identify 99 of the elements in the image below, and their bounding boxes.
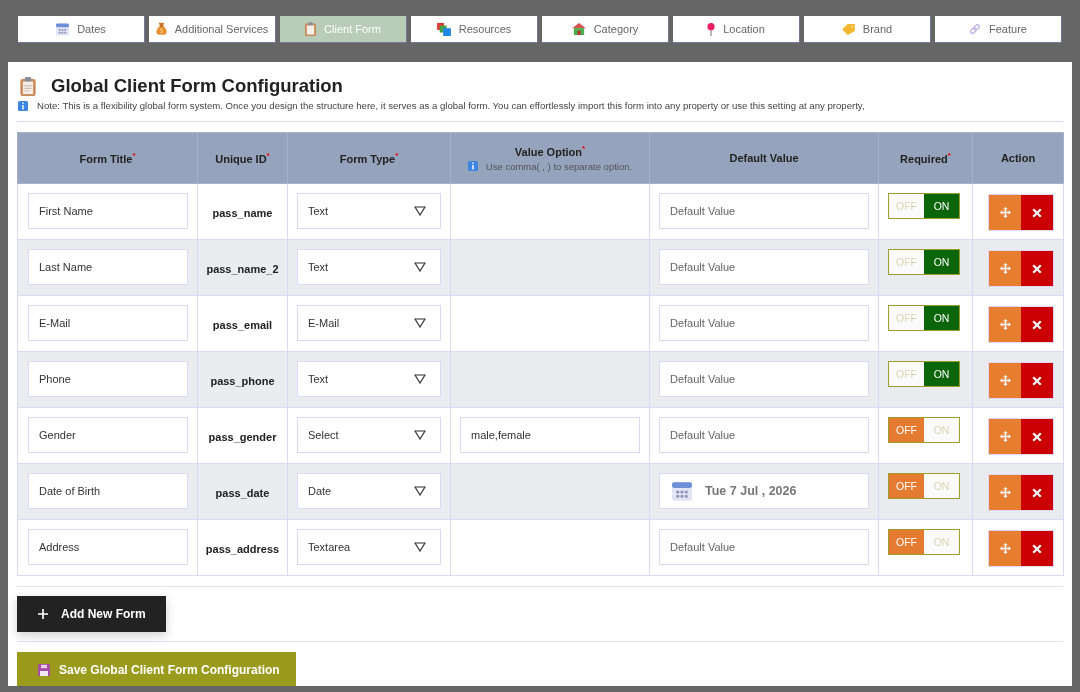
page-title: Global Client Form Configuration [51, 75, 343, 97]
column-header: Action [1000, 152, 1036, 164]
required-toggle[interactable]: OFF ON [888, 305, 960, 331]
delete-button[interactable] [1021, 363, 1053, 398]
tab[interactable]: Feature [935, 16, 1062, 43]
close-icon [1032, 375, 1042, 386]
column-header: Default Value [729, 152, 799, 164]
move-button[interactable] [989, 475, 1021, 510]
plus-icon [38, 609, 48, 619]
close-icon [1032, 319, 1042, 330]
tab[interactable]: Additional Services [149, 16, 276, 43]
value-option-input[interactable]: male,female [460, 417, 640, 453]
form-title-input[interactable]: Phone [28, 361, 188, 397]
delete-button[interactable] [1021, 531, 1053, 566]
caret-icon [414, 430, 426, 440]
move-icon [999, 543, 1011, 554]
close-icon [1032, 431, 1042, 442]
house-icon [571, 23, 586, 35]
move-button[interactable] [989, 307, 1021, 342]
clipboard-icon [20, 76, 36, 96]
form-title-input[interactable]: Date of Birth [28, 473, 188, 509]
form-type-select[interactable]: Text [297, 361, 441, 397]
info-icon [18, 100, 28, 111]
close-icon [1032, 263, 1042, 274]
column-header: Form Title$^{*}$ [79, 151, 136, 165]
tab[interactable]: Dates [18, 16, 145, 43]
move-icon [999, 487, 1011, 498]
column-header: Value Option$^{*}$ [514, 144, 586, 158]
move-icon [999, 431, 1011, 442]
note-text: Note: This is a flexibility global form system. Once you design the structure here, it serves as a global form. You can effortlessly import this form into any property or use this setting at any property, [37, 100, 865, 111]
form-type-select[interactable]: Text [297, 249, 441, 285]
caret-icon [414, 262, 426, 272]
caret-icon [414, 486, 426, 496]
money-bag-icon [155, 22, 167, 36]
unique-id-text: pass_name [212, 206, 273, 219]
pin-icon [707, 22, 716, 36]
date-field[interactable]: Tue 7 Jul , 2026 [659, 473, 869, 509]
squares-icon [436, 22, 451, 36]
column-header: Unique ID$^{*}$ [215, 151, 270, 165]
move-icon [999, 375, 1011, 386]
form-title-input[interactable]: First Name [28, 193, 188, 229]
move-button[interactable] [989, 531, 1021, 566]
default-value-input[interactable]: Default Value [659, 529, 869, 565]
tab[interactable]: Brand [804, 16, 931, 43]
unique-id-text: pass_gender [208, 430, 277, 443]
link-icon [969, 23, 982, 35]
form-type-select[interactable]: Text [297, 193, 441, 229]
move-button[interactable] [989, 419, 1021, 454]
delete-button[interactable] [1021, 475, 1053, 510]
unique-id-text: pass_date [215, 486, 270, 499]
calendar-icon [672, 481, 692, 501]
caret-icon [414, 374, 426, 384]
delete-button[interactable] [1021, 419, 1053, 454]
unique-id-text: pass_name_2 [206, 262, 279, 275]
unique-id-text: pass_address [205, 542, 280, 555]
move-button[interactable] [989, 251, 1021, 286]
form-type-select[interactable]: Date [297, 473, 441, 509]
unique-id-text: pass_email [212, 318, 273, 331]
column-header: Required$^{*}$ [900, 151, 951, 165]
calendar-icon [56, 22, 70, 36]
form-title-input[interactable]: Gender [28, 417, 188, 453]
delete-button[interactable] [1021, 307, 1053, 342]
close-icon [1032, 543, 1042, 554]
add-new-form-button[interactable]: Add New Form [17, 596, 166, 632]
info-icon [467, 161, 478, 172]
default-value-input[interactable]: Default Value [659, 193, 869, 229]
column-header: Form Type$^{*}$ [339, 151, 399, 165]
move-button[interactable] [989, 195, 1021, 230]
caret-icon [414, 542, 426, 552]
form-type-select[interactable]: E-Mail [297, 305, 441, 341]
hint-text: Use comma( , ) to separate option. [485, 160, 633, 172]
form-type-select[interactable]: Select [297, 417, 441, 453]
move-icon [999, 319, 1011, 330]
required-toggle[interactable]: OFF ON [888, 249, 960, 275]
tab[interactable]: Category [542, 16, 669, 43]
delete-button[interactable] [1021, 251, 1053, 286]
caret-icon [414, 318, 426, 328]
unique-id-text: pass_phone [210, 374, 275, 387]
close-icon [1032, 207, 1042, 218]
caret-icon [414, 206, 426, 216]
clipboard-icon [305, 22, 317, 36]
tab[interactable]: Resources [411, 16, 538, 43]
form-title-input[interactable]: Last Name [28, 249, 188, 285]
default-value-input[interactable]: Default Value [659, 249, 869, 285]
required-toggle[interactable]: OFF ON [888, 193, 960, 219]
form-type-select[interactable]: Textarea [297, 529, 441, 565]
tab[interactable]: Location [673, 16, 800, 43]
move-icon [999, 207, 1011, 218]
delete-button[interactable] [1021, 195, 1053, 230]
default-value-input[interactable]: Default Value [659, 305, 869, 341]
close-icon [1032, 487, 1042, 498]
move-icon [999, 263, 1011, 274]
tag-icon [841, 23, 855, 35]
default-value-input[interactable]: Default Value [659, 417, 869, 453]
form-title-input[interactable]: E-Mail [28, 305, 188, 341]
required-toggle[interactable]: OFF ON [888, 361, 960, 387]
form-title-input[interactable]: Address [28, 529, 188, 565]
move-button[interactable] [989, 363, 1021, 398]
default-value-input[interactable]: Default Value [659, 361, 869, 397]
